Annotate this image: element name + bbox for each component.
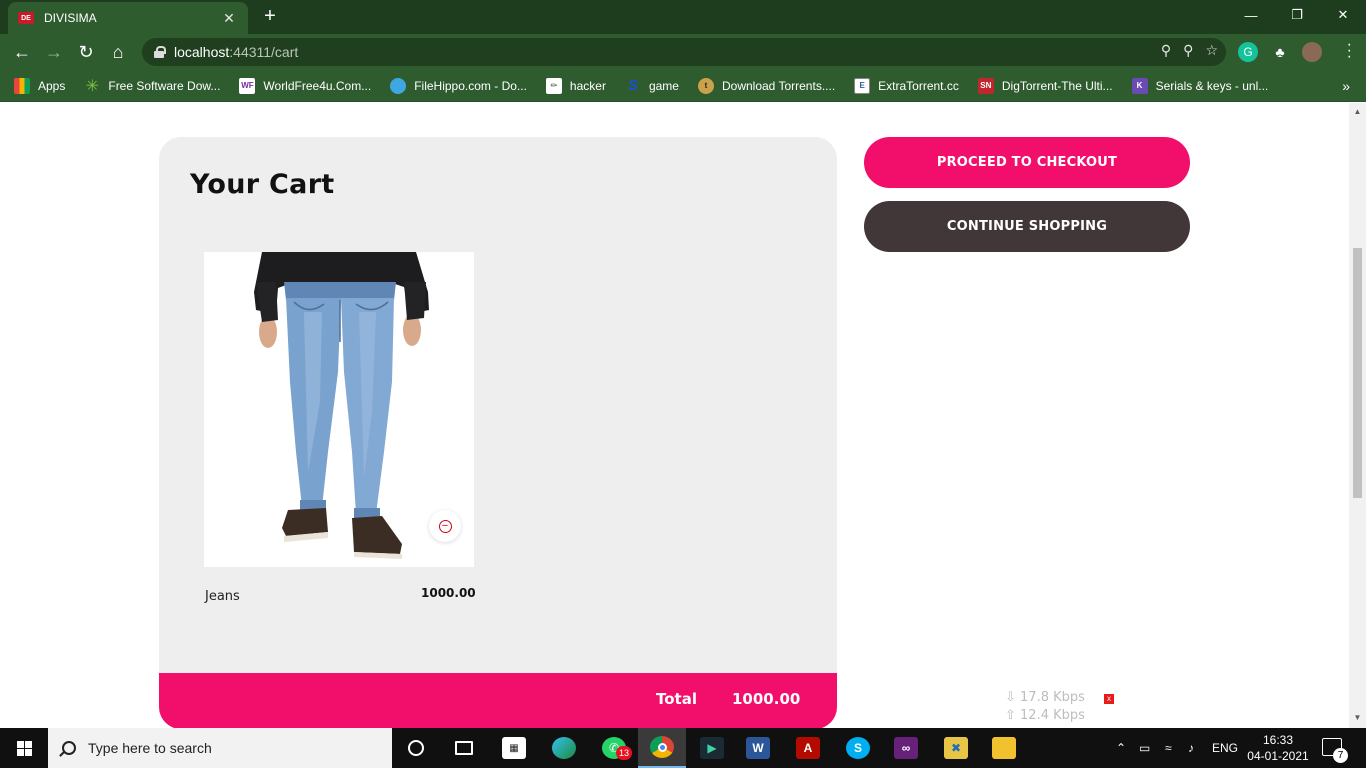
visual-studio-icon[interactable]: ∞ [882, 728, 930, 768]
close-tab-icon[interactable]: ✕ [220, 10, 238, 27]
url-path: :44311/cart [229, 44, 299, 60]
scrollbar-thumb[interactable] [1353, 248, 1362, 498]
bookmark-item[interactable]: ✏ hacker [545, 77, 606, 94]
bookmark-item[interactable]: WF WorldFree4u.Com... [239, 77, 371, 94]
total-label: Total [656, 690, 697, 708]
doc-icon: E [854, 77, 871, 94]
hippo-icon [390, 77, 407, 94]
wf-icon: WF [239, 77, 256, 94]
minus-circle-icon: − [438, 519, 452, 533]
bookmark-item[interactable]: E ExtraTorrent.cc [854, 77, 959, 94]
notification-count: 7 [1333, 748, 1348, 763]
file-explorer-icon[interactable] [980, 728, 1028, 768]
cortana-icon[interactable] [392, 728, 440, 768]
bookmarks-bar: Apps ✳ Free Software Dow... WF WorldFree… [0, 70, 1366, 102]
windows-taskbar: Type here to search ▦ ✆ 13 ▶ W A S ∞ ✖ ⌃ [0, 728, 1366, 768]
s-logo-icon: S [627, 77, 638, 94]
task-view-icon[interactable] [440, 728, 488, 768]
browser-toolbar: ← → ↻ ⌂ localhost:44311/cart ⚲ ⚲ ☆ G ♣ ·… [0, 34, 1366, 70]
browser-tab[interactable]: DE DIVISIMA ✕ [8, 2, 248, 34]
page-icon: ✏ [545, 77, 562, 94]
bookmark-item[interactable]: S game [625, 77, 679, 94]
whatsapp-icon[interactable]: ✆ 13 [590, 728, 638, 768]
more-bookmarks-icon[interactable]: » [1342, 78, 1350, 94]
browser-menu-icon[interactable]: · · · [1347, 37, 1352, 65]
serials-icon: K [1131, 77, 1148, 94]
language-indicator[interactable]: ENG [1212, 728, 1238, 768]
clock-date: 04-01-2021 [1247, 749, 1309, 763]
clock-time: 16:33 [1262, 733, 1294, 747]
bookmark-item[interactable]: K Serials & keys - unl... [1131, 77, 1268, 94]
network-speed-meter: ⇩ 17.8 Kbps ⇧ 12.4 Kbps [1005, 689, 1085, 725]
url-host: localhost [174, 44, 230, 60]
starburst-icon: ✳ [85, 77, 100, 95]
home-icon[interactable]: ⌂ [105, 40, 131, 64]
lock-icon[interactable] [154, 46, 166, 58]
volume-icon[interactable]: ♪ [1188, 728, 1194, 768]
reload-icon[interactable]: ↻ [73, 40, 99, 64]
total-value: 1000.00 [732, 690, 801, 708]
filmora-icon[interactable]: ▶ [688, 728, 736, 768]
cart-panel: Your Cart − Jeans 1000.00 Total 1000.00 [159, 137, 837, 728]
show-hidden-icons[interactable]: ⌃ [1116, 728, 1126, 768]
start-button[interactable] [0, 728, 48, 768]
snipping-tool-icon[interactable]: ✖ [932, 728, 980, 768]
zoom-icon[interactable]: ⚲ [1183, 42, 1193, 59]
close-window-button[interactable]: ✕ [1320, 0, 1366, 30]
profile-avatar[interactable] [1302, 42, 1322, 62]
tab-title: DIVISIMA [44, 11, 97, 25]
close-meter-button[interactable]: x [1104, 694, 1114, 704]
scroll-down-arrow-icon[interactable]: ▼ [1353, 713, 1362, 723]
forward-arrow-icon[interactable]: → [41, 40, 67, 64]
taskbar-clock[interactable]: 16:33 04-01-2021 [1245, 732, 1311, 764]
bookmark-item[interactable]: Apps [14, 77, 65, 94]
bookmark-item[interactable]: SN DigTorrent-The Ulti... [977, 77, 1113, 94]
download-speed: ⇩ 17.8 Kbps [1005, 690, 1085, 705]
browser-tab-strip: DE DIVISIMA ✕ + — ❐ ✕ [0, 0, 1366, 34]
whatsapp-badge: 13 [616, 746, 632, 760]
acrobat-icon[interactable]: A [784, 728, 832, 768]
product-price: 1000.00 [421, 586, 476, 600]
taskbar-search[interactable]: Type here to search [48, 728, 392, 768]
sn-icon: SN [977, 77, 994, 94]
product-image[interactable]: − [204, 252, 474, 567]
address-bar[interactable]: localhost:44311/cart ⚲ ⚲ ☆ [142, 38, 1226, 66]
word-icon[interactable]: W [734, 728, 782, 768]
wifi-icon[interactable]: ≈ [1165, 728, 1172, 768]
bookmark-item[interactable]: t Download Torrents.... [697, 77, 835, 94]
bookmark-item[interactable]: FileHippo.com - Do... [390, 77, 527, 94]
new-tab-button[interactable]: + [258, 5, 282, 29]
back-arrow-icon[interactable]: ← [9, 40, 35, 64]
chrome-icon[interactable] [638, 728, 686, 768]
restore-window-button[interactable]: ❐ [1274, 0, 1320, 30]
site-favicon-icon: DE [18, 12, 34, 24]
bookmark-star-icon[interactable]: ☆ [1205, 42, 1218, 59]
edge-browser-icon[interactable] [540, 728, 588, 768]
search-placeholder: Type here to search [88, 740, 212, 756]
product-name: Jeans [205, 589, 240, 604]
continue-shopping-button[interactable]: CONTINUE SHOPPING [864, 201, 1190, 252]
bookmark-item[interactable]: ✳ Free Software Dow... [84, 77, 221, 95]
shield-icon: t [697, 77, 714, 94]
skype-icon[interactable]: S [834, 728, 882, 768]
windows-logo-icon [16, 740, 32, 756]
battery-icon[interactable]: ▭ [1139, 728, 1150, 768]
apps-grid-icon [14, 77, 30, 94]
extensions-puzzle-icon[interactable]: ♣ [1270, 42, 1290, 62]
key-icon[interactable]: ⚲ [1161, 42, 1171, 59]
grammarly-extension-icon[interactable]: G [1238, 42, 1258, 62]
page-viewport: Your Cart − Jeans 1000.00 Total 1000.00 … [0, 103, 1366, 728]
proceed-to-checkout-button[interactable]: PROCEED TO CHECKOUT [864, 137, 1190, 188]
minimize-window-button[interactable]: — [1228, 0, 1274, 30]
page-title: Your Cart [190, 169, 335, 200]
search-icon [62, 741, 76, 755]
upload-speed: ⇧ 12.4 Kbps [1005, 708, 1085, 723]
store-icon[interactable]: ▦ [490, 728, 538, 768]
scroll-up-arrow-icon[interactable]: ▲ [1353, 107, 1362, 117]
cart-total-bar: Total 1000.00 [159, 673, 837, 728]
page-scrollbar[interactable]: ▲ ▼ [1349, 103, 1366, 728]
remove-item-button[interactable]: − [429, 510, 461, 542]
